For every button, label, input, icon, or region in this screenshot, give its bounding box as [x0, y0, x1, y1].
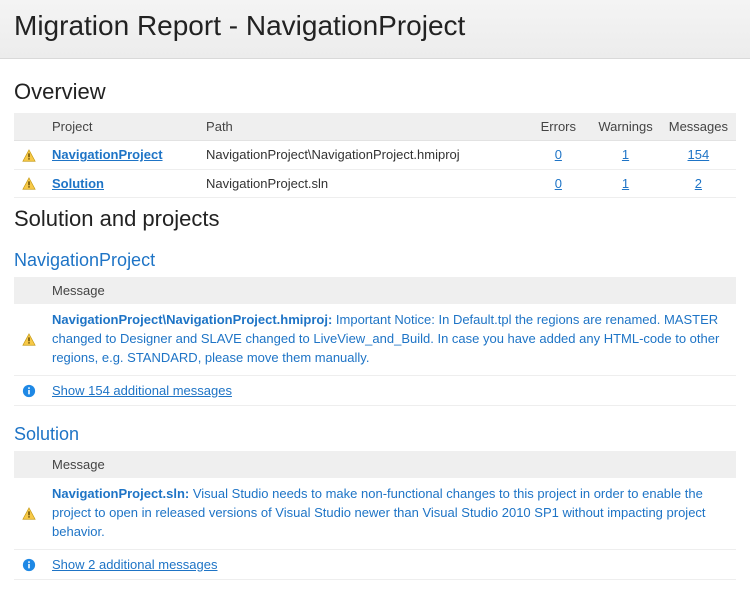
row-icon — [14, 478, 44, 549]
overview-heading: Overview — [14, 79, 736, 105]
message-header-row: Message — [14, 451, 736, 478]
row-icon — [14, 169, 44, 198]
more-row: Show 154 additional messages — [14, 375, 736, 406]
message-path: NavigationProject\NavigationProject.hmip… — [52, 312, 332, 327]
table-row: NavigationProject NavigationProject\Navi… — [14, 141, 736, 170]
col-path: Path — [198, 113, 526, 141]
col-icon — [14, 451, 44, 478]
warning-icon — [22, 507, 36, 521]
page-title: Migration Report - NavigationProject — [14, 10, 736, 42]
col-icon — [14, 113, 44, 141]
project-cell: Solution — [44, 169, 198, 198]
project-cell: NavigationProject — [44, 141, 198, 170]
info-icon — [22, 558, 36, 572]
col-project: Project — [44, 113, 198, 141]
more-row: Show 2 additional messages — [14, 549, 736, 580]
col-icon — [14, 277, 44, 304]
warnings-link[interactable]: 1 — [622, 176, 629, 191]
errors-link[interactable]: 0 — [555, 176, 562, 191]
subsection-heading: NavigationProject — [14, 250, 736, 271]
col-warnings: Warnings — [590, 113, 660, 141]
message-row: NavigationProject.sln: Visual Studio nee… — [14, 478, 736, 549]
table-row: Solution NavigationProject.sln 0 1 2 — [14, 169, 736, 198]
info-icon — [22, 384, 36, 398]
overview-header-row: Project Path Errors Warnings Messages — [14, 113, 736, 141]
errors-link[interactable]: 0 — [555, 147, 562, 162]
show-more-link[interactable]: Show 2 additional messages — [52, 557, 218, 572]
messages-link[interactable]: 2 — [695, 176, 702, 191]
overview-table: Project Path Errors Warnings Messages Na… — [14, 113, 736, 198]
errors-cell: 0 — [526, 141, 590, 170]
message-body: NavigationProject.sln: Visual Studio nee… — [44, 478, 736, 549]
warnings-cell: 1 — [590, 141, 660, 170]
warning-icon — [22, 333, 36, 347]
col-message: Message — [44, 451, 736, 478]
title-bar: Migration Report - NavigationProject — [0, 0, 750, 59]
messages-cell: 2 — [661, 169, 736, 198]
project-link[interactable]: NavigationProject — [52, 147, 163, 162]
col-errors: Errors — [526, 113, 590, 141]
subsection-heading: Solution — [14, 424, 736, 445]
warning-icon — [22, 149, 36, 163]
message-path: NavigationProject.sln: — [52, 486, 189, 501]
row-icon — [14, 304, 44, 375]
show-more-link[interactable]: Show 154 additional messages — [52, 383, 232, 398]
message-body: NavigationProject\NavigationProject.hmip… — [44, 304, 736, 375]
row-icon — [14, 375, 44, 406]
col-message: Message — [44, 277, 736, 304]
project-link[interactable]: Solution — [52, 176, 104, 191]
path-cell: NavigationProject.sln — [198, 169, 526, 198]
content: Overview Project Path Errors Warnings Me… — [0, 59, 750, 600]
messages-cell: 154 — [661, 141, 736, 170]
warnings-link[interactable]: 1 — [622, 147, 629, 162]
detail-heading: Solution and projects — [14, 206, 736, 232]
more-cell: Show 154 additional messages — [44, 375, 736, 406]
warning-icon — [22, 177, 36, 191]
errors-cell: 0 — [526, 169, 590, 198]
path-cell: NavigationProject\NavigationProject.hmip… — [198, 141, 526, 170]
message-header-row: Message — [14, 277, 736, 304]
row-icon — [14, 141, 44, 170]
message-row: NavigationProject\NavigationProject.hmip… — [14, 304, 736, 375]
message-table: Message NavigationProject\NavigationProj… — [14, 277, 736, 406]
more-cell: Show 2 additional messages — [44, 549, 736, 580]
message-table: Message NavigationProject.sln: Visual St… — [14, 451, 736, 580]
messages-link[interactable]: 154 — [688, 147, 710, 162]
row-icon — [14, 549, 44, 580]
warnings-cell: 1 — [590, 169, 660, 198]
col-messages: Messages — [661, 113, 736, 141]
